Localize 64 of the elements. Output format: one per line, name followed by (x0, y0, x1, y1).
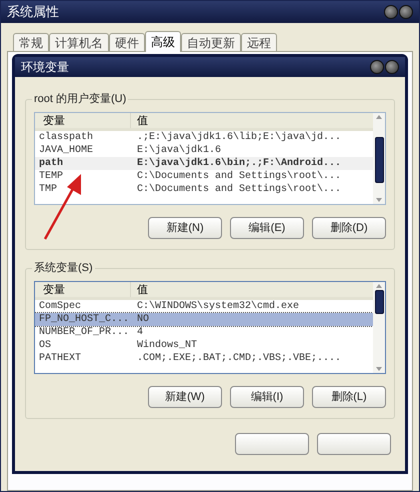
dialog-button[interactable]: 编辑(E) (230, 217, 304, 239)
variable-value: C:\WINDOWS\system32\cmd.exe (136, 300, 300, 313)
list-row[interactable]: ComSpec C:\WINDOWS\system32\cmd.exe (35, 300, 373, 313)
scroll-up-icon[interactable] (376, 115, 382, 119)
variable-value: NO (136, 313, 150, 326)
tab[interactable]: 常规 (13, 33, 49, 51)
scroll-down-icon[interactable] (376, 198, 382, 202)
tab[interactable]: 硬件 (109, 33, 145, 51)
variable-value: E:\java\jdk1.6 (136, 144, 222, 157)
list-row[interactable]: PATHEXT .COM;.EXE;.BAT;.CMD;.VBS;.VBE;.... (35, 352, 373, 365)
variable-value: .COM;.EXE;.BAT;.CMD;.VBS;.VBE;.... (136, 352, 342, 365)
list-row[interactable]: TEMP C:\Documents and Settings\root\... (35, 170, 373, 183)
list-row[interactable]: path E:\java\jdk1.6\bin;.;F:\Android... (35, 157, 373, 170)
window-control-icon[interactable] (384, 5, 413, 19)
variable-name: FP_NO_HOST_C... (38, 313, 130, 326)
list-row[interactable]: JAVA_HOME E:\java\jdk1.6 (35, 144, 373, 157)
dialog-button[interactable] (235, 433, 309, 455)
list-row[interactable]: OS Windows_NT (35, 339, 373, 352)
tab[interactable]: 远程 (241, 33, 277, 51)
variable-value: .;E:\java\jdk1.6\lib;E:\java\jd... (136, 131, 342, 144)
dialog-button[interactable] (317, 433, 391, 455)
variable-name: NUMBER_OF_PR... (38, 326, 130, 339)
window-title: 系统属性 (7, 3, 59, 22)
variable-name: TEMP (38, 170, 64, 183)
column-header[interactable]: 值 (131, 113, 373, 128)
scrollbar[interactable] (373, 113, 385, 204)
variable-name: classpath (38, 131, 94, 144)
variable-value: C:\Documents and Settings\root\... (136, 183, 342, 196)
variable-value: C:\Documents and Settings\root\... (136, 170, 342, 183)
variable-name: JAVA_HOME (38, 144, 94, 157)
window-control-icon[interactable] (370, 60, 399, 74)
column-header[interactable]: 变量 (35, 282, 131, 297)
dialog-button[interactable]: 编辑(I) (230, 386, 304, 408)
scroll-thumb[interactable] (374, 290, 384, 314)
dialog-title: 环境变量 (21, 59, 69, 76)
group-title: 系统变量(S) (32, 261, 95, 275)
variable-name: PATHEXT (38, 352, 82, 365)
list-row[interactable]: classpath .;E:\java\jdk1.6\lib;E:\java\jd... (35, 131, 373, 144)
variable-name: path (38, 157, 64, 170)
variable-value: 4 (136, 326, 144, 339)
variable-value: Windows_NT (136, 339, 198, 352)
list-view[interactable]: 变量 值 classpath .;E:\java\jdk1.6\lib;E:\java\jd... JAVA_HOME E:\java\jdk1.6 path E:\java\jdk1.6\bin;.;F:\Android... TEMP C:\Documents and Settings\root\... TMP C:\Documents and Settings\root\... (34, 112, 386, 205)
list-view[interactable]: 变量 值 ComSpec C:\WINDOWS\system32\cmd.exe FP_NO_HOST_C... NO NUMBER_OF_PR... 4 OS Windows_NT PATHEXT .COM;.EXE;.BAT;.CMD;.VBS;.VBE;.... (34, 281, 386, 374)
dialog-button[interactable]: 删除(D) (312, 217, 386, 239)
variable-value: E:\java\jdk1.6\bin;.;F:\Android... (136, 157, 342, 170)
tab[interactable]: 高级 (145, 31, 181, 52)
list-row[interactable]: NUMBER_OF_PR... 4 (35, 326, 373, 339)
column-header[interactable]: 值 (131, 282, 373, 297)
variable-name: ComSpec (38, 300, 82, 313)
column-header[interactable]: 变量 (35, 113, 131, 128)
group-title: root 的用户变量(U) (32, 92, 128, 106)
dialog-button[interactable]: 新建(N) (148, 217, 222, 239)
scroll-down-icon[interactable] (376, 367, 382, 371)
tab[interactable]: 自动更新 (181, 33, 241, 51)
scrollbar[interactable] (373, 282, 385, 373)
scroll-thumb[interactable] (374, 137, 384, 183)
dialog-button[interactable]: 删除(L) (312, 386, 386, 408)
dialog-button[interactable]: 新建(W) (148, 386, 222, 408)
variable-name: OS (38, 339, 52, 352)
list-row[interactable]: FP_NO_HOST_C... NO (35, 313, 373, 326)
list-row[interactable]: TMP C:\Documents and Settings\root\... (35, 183, 373, 196)
tab[interactable]: 计算机名 (49, 33, 109, 51)
scroll-up-icon[interactable] (376, 284, 382, 288)
variable-name: TMP (38, 183, 58, 196)
